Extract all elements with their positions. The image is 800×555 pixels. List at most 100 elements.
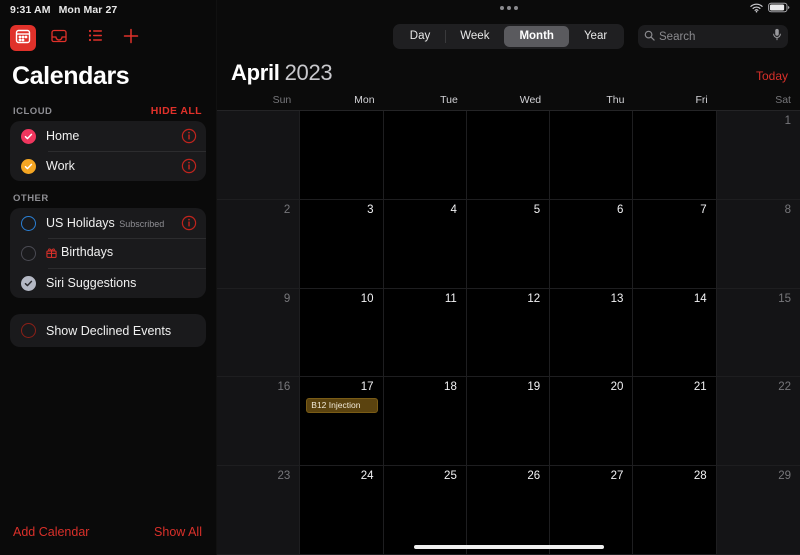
today-button[interactable]: Today <box>756 69 788 83</box>
checkbox-unchecked-icon[interactable] <box>21 323 36 338</box>
calendar-group-other: US Holidays Subscribed Birthdays Siri Su… <box>10 208 206 298</box>
day-cell-17[interactable]: 17 B12 Injection <box>300 377 384 467</box>
day-number: 3 <box>367 203 374 216</box>
day-cell-19[interactable]: 19 <box>466 377 551 467</box>
day-cell-20[interactable]: 20 <box>550 377 634 467</box>
weekday-label-mon: Mon <box>354 94 375 106</box>
day-cell-3[interactable]: 3 <box>300 199 384 289</box>
info-icon[interactable] <box>181 158 197 174</box>
day-number: 20 <box>610 381 624 394</box>
day-cell-24[interactable]: 24 <box>300 466 384 555</box>
calendar-group-icloud: Home Work <box>10 121 206 181</box>
day-cell-27[interactable]: 27 <box>550 466 634 555</box>
calendar-item-birthdays[interactable]: Birthdays <box>10 238 206 268</box>
info-icon[interactable] <box>181 215 197 231</box>
day-number: 14 <box>693 292 707 305</box>
ipad-calendar-screen: 9:31 AM Mon Mar 27 Calendars ICLOUD HIDE… <box>0 0 800 555</box>
calendar-item-text: Siri Suggestions <box>46 274 197 292</box>
checkbox-unchecked-icon[interactable] <box>21 215 36 231</box>
section-label: ICLOUD <box>13 106 53 117</box>
declined-events-group: Show Declined Events <box>10 314 206 347</box>
hide-all-button[interactable]: HIDE ALL <box>151 105 202 117</box>
day-cell-empty[interactable] <box>300 111 384 200</box>
dot <box>513 6 518 10</box>
search-field[interactable]: Search <box>638 25 788 48</box>
day-cell-15[interactable]: 15 <box>716 288 800 378</box>
day-cell-9[interactable]: 9 <box>217 288 301 378</box>
calendar-item-us-holidays[interactable]: US Holidays Subscribed <box>10 208 206 238</box>
multitasking-handle[interactable] <box>499 6 518 10</box>
tab-week[interactable]: Week <box>445 26 504 47</box>
day-cell-12[interactable]: 12 <box>466 288 551 378</box>
inbox-button[interactable] <box>46 25 72 51</box>
day-cell-25[interactable]: 25 <box>383 466 467 555</box>
day-cell-empty[interactable] <box>466 111 551 200</box>
day-cell-5[interactable]: 5 <box>466 199 551 289</box>
checkbox-unchecked-icon[interactable] <box>21 245 36 261</box>
plus-icon <box>122 27 140 50</box>
weekday-label-wed: Wed <box>519 94 542 106</box>
tab-year[interactable]: Year <box>569 26 622 47</box>
day-cell-14[interactable]: 14 <box>633 288 717 378</box>
show-declined-events-item[interactable]: Show Declined Events <box>10 314 206 347</box>
day-cell-16[interactable]: 16 <box>217 377 301 467</box>
day-cell-4[interactable]: 4 <box>383 199 467 289</box>
add-calendar-button[interactable]: Add Calendar <box>13 525 89 539</box>
day-cell-2[interactable]: 2 <box>217 199 301 289</box>
calendar-item-subtitle: Subscribed <box>119 219 165 229</box>
home-indicator[interactable] <box>413 545 604 549</box>
status-date: Mon Mar 27 <box>58 4 118 16</box>
checkbox-checked-icon[interactable] <box>21 158 36 174</box>
day-cell-empty[interactable] <box>383 111 467 200</box>
section-label: OTHER <box>13 193 49 204</box>
tab-month[interactable]: Month <box>504 25 569 47</box>
day-cell-1[interactable]: 1 <box>716 111 800 200</box>
checkbox-checked-icon[interactable] <box>21 128 36 144</box>
battery-icon <box>768 0 790 18</box>
day-number: 1 <box>784 115 791 127</box>
calendar-event[interactable]: B12 Injection <box>306 398 378 414</box>
day-number: 7 <box>700 203 707 216</box>
day-cell-6[interactable]: 6 <box>550 199 634 289</box>
weekday-label-thu: Thu <box>606 94 625 106</box>
add-event-button[interactable] <box>118 25 144 51</box>
tab-day[interactable]: Day <box>395 26 445 47</box>
day-cell-29[interactable]: 29 <box>716 466 800 555</box>
view-mode-segmented-control[interactable]: Day Week Month Year <box>392 23 625 49</box>
checkbox-checked-icon[interactable] <box>21 275 36 291</box>
day-cell-7[interactable]: 7 <box>633 199 717 289</box>
calendar-item-siri-suggestions[interactable]: Siri Suggestions <box>10 268 206 298</box>
day-cell-10[interactable]: 10 <box>300 288 384 378</box>
day-number: 18 <box>444 381 457 394</box>
info-icon[interactable] <box>181 128 197 144</box>
day-cell-empty[interactable] <box>217 111 301 200</box>
day-cell-23[interactable]: 23 <box>217 466 301 555</box>
sidebar-status-bar: 9:31 AM Mon Mar 27 <box>0 0 216 20</box>
day-cell-18[interactable]: 18 <box>383 377 467 467</box>
microphone-icon[interactable] <box>772 28 782 46</box>
day-cell-22[interactable]: 22 <box>716 377 800 467</box>
calendar-view-button[interactable] <box>10 25 36 51</box>
day-number: 10 <box>360 292 374 305</box>
day-cell-11[interactable]: 11 <box>383 288 467 378</box>
day-cell-21[interactable]: 21 <box>633 377 717 467</box>
day-number: 15 <box>778 292 791 305</box>
day-cell-26[interactable]: 26 <box>466 466 551 555</box>
calendar-item-work[interactable]: Work <box>10 151 206 181</box>
day-cell-empty[interactable] <box>633 111 717 200</box>
day-cell-28[interactable]: 28 <box>633 466 717 555</box>
section-header-icloud: ICLOUD HIDE ALL <box>0 93 216 121</box>
search-input[interactable]: Search <box>659 31 768 43</box>
weekday-header-row: Sun Mon Tue Wed Thu Fri Sat <box>217 94 800 111</box>
list-view-button[interactable] <box>82 25 108 51</box>
calendar-item-text: US Holidays Subscribed <box>46 214 181 232</box>
day-number: 11 <box>444 292 457 305</box>
day-number: 22 <box>778 381 791 394</box>
calendar-item-text: Home <box>46 127 181 145</box>
calendar-item-home[interactable]: Home <box>10 121 206 151</box>
day-cell-empty[interactable] <box>550 111 634 200</box>
day-number: 21 <box>693 381 707 394</box>
day-cell-8[interactable]: 8 <box>716 199 800 289</box>
day-cell-13[interactable]: 13 <box>550 288 634 378</box>
show-all-button[interactable]: Show All <box>154 525 202 539</box>
